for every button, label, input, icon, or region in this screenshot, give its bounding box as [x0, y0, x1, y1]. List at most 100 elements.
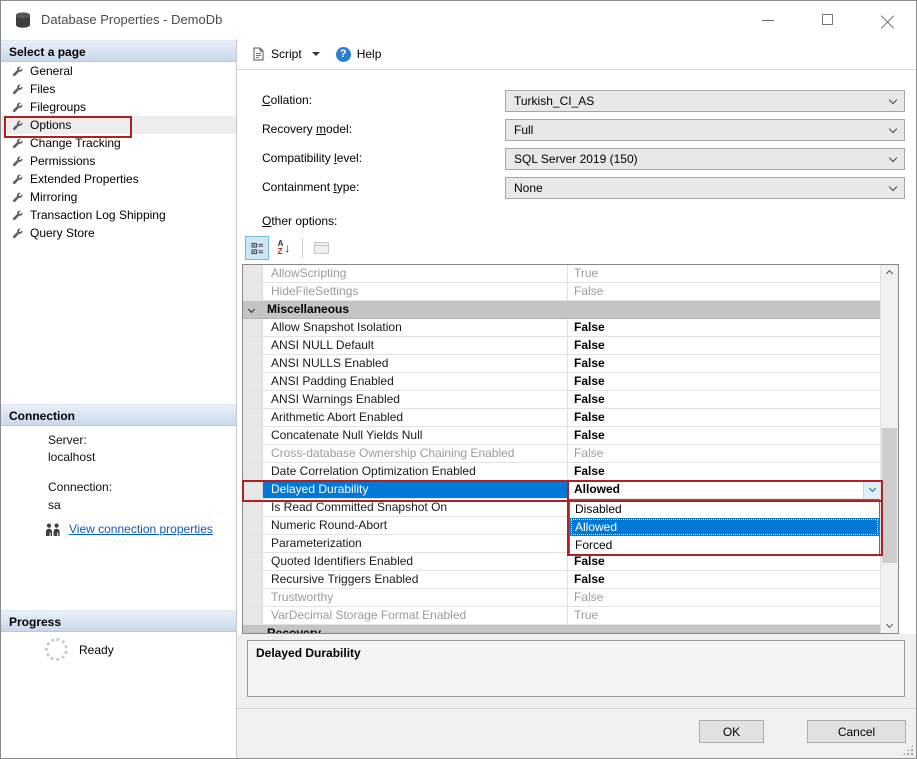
property-name-cell[interactable]: Arithmetic Abort Enabled: [263, 409, 568, 426]
property-name-cell[interactable]: Numeric Round-Abort: [263, 517, 568, 534]
scrollbar-thumb[interactable]: [882, 428, 897, 563]
property-value-cell[interactable]: False: [568, 589, 880, 606]
sidebar-item-general[interactable]: General: [1, 62, 236, 80]
dropdown-option[interactable]: Disabled: [570, 500, 879, 518]
property-value-cell[interactable]: False: [568, 319, 880, 336]
maximize-button[interactable]: [805, 1, 850, 39]
property-value-cell[interactable]: False: [568, 571, 880, 588]
row-gutter: [243, 391, 263, 408]
view-connection-properties[interactable]: View connection properties: [45, 522, 213, 536]
property-value-cell[interactable]: False: [568, 355, 880, 372]
property-value-cell[interactable]: False: [568, 445, 880, 462]
property-value-cell[interactable]: False: [568, 373, 880, 390]
property-name-cell[interactable]: Date Correlation Optimization Enabled: [263, 463, 568, 480]
row-gutter: [243, 337, 263, 354]
property-name-cell[interactable]: ANSI NULL Default: [263, 337, 568, 354]
sidebar-item-label: Filegroups: [30, 100, 87, 114]
property-name-cell[interactable]: ANSI NULLS Enabled: [263, 355, 568, 372]
property-value-cell[interactable]: False: [568, 463, 880, 480]
server-label: Server:: [48, 433, 87, 447]
minimize-icon: [762, 20, 774, 21]
sidebar-item-extended-properties[interactable]: Extended Properties: [1, 170, 236, 188]
category-gutter[interactable]: [243, 625, 263, 633]
grid-row: Miscellaneous: [243, 301, 880, 319]
users-icon: [46, 523, 60, 536]
alphabetical-sort-button[interactable]: AZ ↓: [272, 236, 296, 260]
property-value-cell[interactable]: False: [568, 391, 880, 408]
category-gutter[interactable]: [243, 301, 263, 318]
durability-dropdown-list: Disabled Allowed Forced: [569, 499, 880, 555]
scroll-up-button[interactable]: [881, 265, 898, 282]
script-button[interactable]: Script: [247, 42, 324, 66]
wrench-icon: [11, 192, 23, 203]
help-button[interactable]: ? Help: [332, 42, 386, 66]
script-icon: [253, 47, 264, 61]
property-name-cell[interactable]: Concatenate Null Yields Null: [263, 427, 568, 444]
sidebar-item-change-tracking[interactable]: Change Tracking: [1, 134, 236, 152]
grid-row: Quoted Identifiers Enabled False: [243, 553, 880, 571]
progress-header: Progress: [1, 610, 236, 632]
property-value-cell[interactable]: False: [568, 337, 880, 354]
grid-row: Delayed Durability Allowed: [243, 481, 880, 499]
containment-type-value: None: [514, 181, 543, 195]
titlebar: Database Properties - DemoDb: [1, 1, 916, 39]
categorized-button[interactable]: [245, 236, 269, 260]
property-name-cell[interactable]: AllowScripting: [263, 265, 568, 282]
property-name-cell[interactable]: Quoted Identifiers Enabled: [263, 553, 568, 570]
grid-row: Concatenate Null Yields Null False: [243, 427, 880, 445]
property-value-cell[interactable]: True: [568, 265, 880, 282]
connection-label: Connection:: [48, 480, 113, 494]
dropdown-option[interactable]: Allowed: [570, 518, 879, 536]
property-name-cell[interactable]: Cross-database Ownership Chaining Enable…: [263, 445, 568, 462]
connection-header: Connection: [1, 404, 236, 426]
cancel-button[interactable]: Cancel: [807, 720, 906, 743]
property-name-cell[interactable]: Delayed Durability: [263, 481, 568, 498]
combo-dropdown-button[interactable]: [863, 481, 880, 498]
property-name-cell[interactable]: ANSI Warnings Enabled: [263, 391, 568, 408]
sidebar-item-permissions[interactable]: Permissions: [1, 152, 236, 170]
sidebar-item-label: Query Store: [30, 226, 95, 240]
property-value-cell[interactable]: True: [568, 607, 880, 624]
property-pages-button[interactable]: [309, 236, 333, 260]
property-value-cell[interactable]: False: [568, 283, 880, 300]
sidebar-item-query-store[interactable]: Query Store: [1, 224, 236, 242]
recovery-model-select[interactable]: Full: [505, 119, 905, 141]
sidebar-item-label: Transaction Log Shipping: [30, 208, 166, 222]
dropdown-option[interactable]: Forced: [570, 536, 879, 554]
row-gutter: [243, 265, 263, 282]
property-name-cell[interactable]: Recursive Triggers Enabled: [263, 571, 568, 588]
row-gutter: [243, 355, 263, 372]
sidebar-item-files[interactable]: Files: [1, 80, 236, 98]
sidebar-item-mirroring[interactable]: Mirroring: [1, 188, 236, 206]
row-gutter: [243, 463, 263, 480]
sidebar-item-filegroups[interactable]: Filegroups: [1, 98, 236, 116]
chevron-up-icon: [885, 269, 894, 278]
property-name-cell[interactable]: Allow Snapshot Isolation: [263, 319, 568, 336]
property-name-cell[interactable]: HideFileSettings: [263, 283, 568, 300]
minimize-button[interactable]: [745, 1, 790, 39]
compatibility-level-select[interactable]: SQL Server 2019 (150): [505, 148, 905, 170]
property-value-cell[interactable]: False: [568, 409, 880, 426]
sidebar-item-options[interactable]: Options: [1, 116, 236, 134]
property-value-cell[interactable]: False: [568, 553, 880, 570]
property-name-cell[interactable]: VarDecimal Storage Format Enabled: [263, 607, 568, 624]
scroll-down-button[interactable]: [881, 616, 898, 633]
wrench-icon: [11, 156, 23, 167]
sidebar-item-label: Permissions: [30, 154, 96, 168]
property-name-cell[interactable]: Parameterization: [263, 535, 568, 552]
row-gutter: [243, 553, 263, 570]
close-button[interactable]: [864, 1, 909, 39]
collation-select[interactable]: Turkish_CI_AS: [505, 90, 905, 112]
property-value-cell[interactable]: False: [568, 427, 880, 444]
property-name-cell[interactable]: Trustworthy: [263, 589, 568, 606]
grid-row: ANSI Warnings Enabled False: [243, 391, 880, 409]
property-name-cell[interactable]: ANSI Padding Enabled: [263, 373, 568, 390]
property-name-cell[interactable]: Is Read Committed Snapshot On: [263, 499, 568, 516]
view-connection-properties-link[interactable]: View connection properties: [69, 522, 213, 536]
sidebar-item-transaction-log-shipping[interactable]: Transaction Log Shipping: [1, 206, 236, 224]
ok-button[interactable]: OK: [699, 720, 764, 743]
resize-grip[interactable]: [902, 744, 914, 756]
containment-type-select[interactable]: None: [505, 177, 905, 199]
grid-scrollbar[interactable]: [880, 265, 898, 633]
property-value-cell[interactable]: Allowed: [568, 481, 880, 498]
